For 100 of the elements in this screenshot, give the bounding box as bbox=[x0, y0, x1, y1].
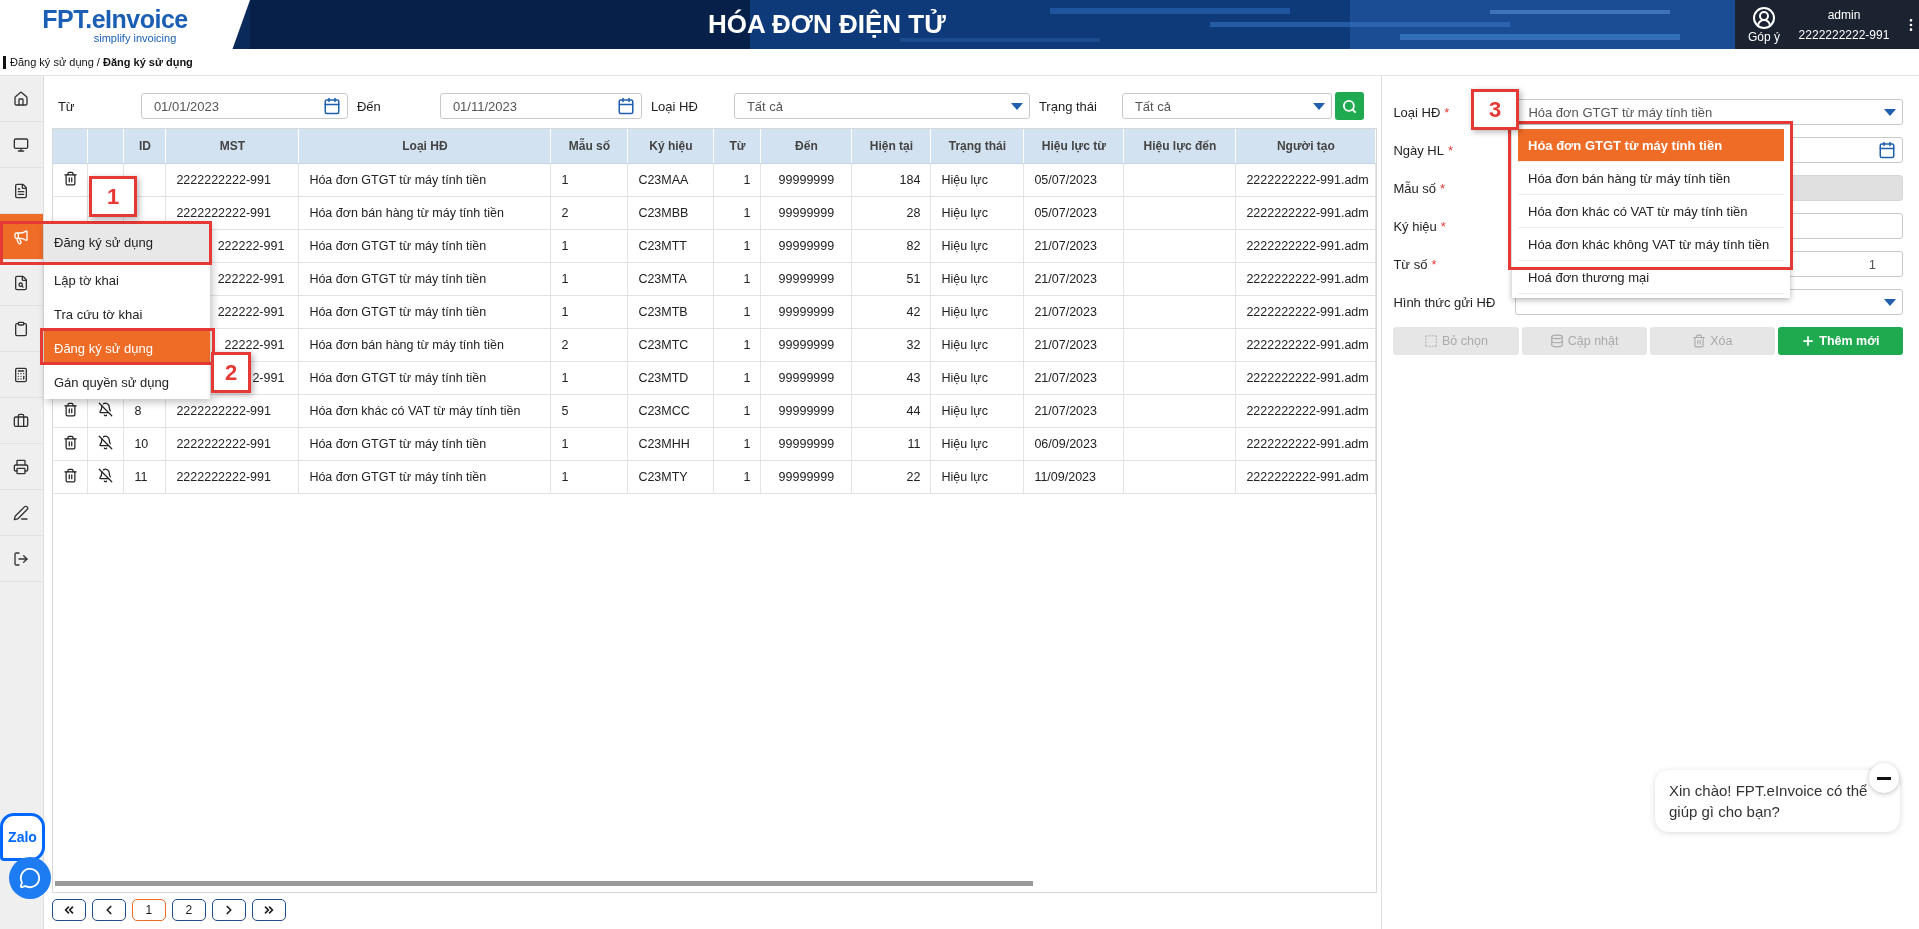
table-cell: 06/09/2023 bbox=[1023, 427, 1124, 460]
calendar-icon[interactable] bbox=[322, 97, 341, 115]
caret-icon bbox=[1010, 102, 1023, 110]
table-cell: C23MAA bbox=[627, 163, 714, 196]
table-cell: Hóa đơn GTGT từ máy tính tiền bbox=[298, 427, 551, 460]
table-cell: 2222222222-991.adm bbox=[1235, 229, 1376, 262]
date-field[interactable]: 01/01/2023 bbox=[140, 93, 348, 119]
next-page-button[interactable] bbox=[211, 899, 246, 921]
account-id: 2222222222-991 bbox=[1798, 27, 1890, 42]
scrollbar[interactable] bbox=[54, 881, 1033, 886]
table-cell: 32 bbox=[851, 328, 931, 361]
table-cell: 2222222222-991.adm bbox=[1235, 262, 1376, 295]
table-cell: 2 bbox=[550, 196, 628, 229]
table-cell: 1 bbox=[713, 229, 761, 262]
table-cell: 1 bbox=[550, 163, 628, 196]
search-icon bbox=[1341, 98, 1357, 114]
plus-icon bbox=[1801, 334, 1816, 348]
required-mark: * bbox=[1431, 256, 1437, 272]
table-cell: 2222222222-991.adm bbox=[1235, 328, 1376, 361]
table-cell: 2222222222-991.adm bbox=[1235, 361, 1376, 394]
submenu-title[interactable]: Đăng ký sử dụng bbox=[44, 221, 210, 263]
field-label: Loại HĐ bbox=[1393, 104, 1441, 120]
zalo-button[interactable]: Zalo bbox=[0, 813, 45, 861]
home-icon bbox=[13, 90, 30, 107]
table-cell: 2 bbox=[550, 328, 628, 361]
table-cell: Hóa đơn GTGT từ máy tính tiền bbox=[298, 361, 551, 394]
table-cell: 1 bbox=[713, 460, 761, 493]
trash-icon[interactable] bbox=[62, 467, 78, 483]
column-header: Loại HĐ bbox=[298, 129, 551, 163]
trash-icon[interactable] bbox=[62, 434, 78, 450]
field-label: Từ số bbox=[1393, 256, 1428, 272]
caret-icon bbox=[1884, 298, 1896, 306]
table-cell: 99999999 bbox=[760, 328, 852, 361]
table-cell: 05/07/2023 bbox=[1023, 163, 1124, 196]
table-cell: Hóa đơn GTGT từ máy tính tiền bbox=[298, 295, 551, 328]
callout-number: 1 bbox=[89, 176, 137, 217]
column-header: Từ bbox=[713, 129, 761, 163]
chat-icon bbox=[19, 867, 41, 889]
table-cell: 43 bbox=[851, 361, 931, 394]
column-header: Đến bbox=[760, 129, 852, 163]
table-cell: 1 bbox=[550, 361, 628, 394]
field-label: Mẫu số bbox=[1393, 180, 1437, 196]
document-search-icon bbox=[13, 274, 30, 291]
page-button[interactable]: 1 bbox=[131, 899, 166, 921]
table-cell: 99999999 bbox=[760, 163, 852, 196]
search-button[interactable] bbox=[1334, 92, 1364, 120]
submenu-item[interactable]: Lập tờ khai bbox=[44, 263, 210, 297]
table-cell: Hóa đơn GTGT từ máy tính tiền bbox=[298, 163, 551, 196]
table-cell: Hiệu lực bbox=[930, 163, 1024, 196]
minimize-button[interactable] bbox=[1869, 763, 1899, 793]
username: admin bbox=[1827, 7, 1861, 22]
table-cell: 99999999 bbox=[760, 262, 852, 295]
table-cell: 1 bbox=[713, 427, 761, 460]
bell-off-icon[interactable] bbox=[98, 401, 114, 417]
bell-off-icon[interactable] bbox=[98, 467, 114, 483]
page-title: HÓA ĐƠN ĐIỆN TỬ bbox=[708, 9, 946, 40]
table-cell: Hiệu lực bbox=[930, 295, 1024, 328]
column-header: Trạng thái bbox=[930, 129, 1024, 163]
filter-label: Đến bbox=[355, 98, 382, 114]
monitor-icon bbox=[13, 136, 30, 153]
table-cell: 42 bbox=[851, 295, 931, 328]
table-cell: 1 bbox=[713, 361, 761, 394]
table-cell: 99999999 bbox=[760, 460, 852, 493]
submenu-item[interactable]: Gán quyền sử dụng bbox=[44, 365, 210, 399]
required-mark: * bbox=[1444, 104, 1450, 120]
select-field[interactable]: Tất cả bbox=[733, 93, 1030, 119]
table-cell: 99999999 bbox=[760, 394, 852, 427]
date-field[interactable]: 01/11/2023 bbox=[439, 93, 642, 119]
filter-label: Trạng thái bbox=[1037, 98, 1098, 114]
filter-label: Loại HĐ bbox=[649, 98, 699, 114]
table-cell: 1 bbox=[550, 262, 628, 295]
table-cell: 99999999 bbox=[760, 427, 852, 460]
bell-off-icon[interactable] bbox=[98, 434, 114, 450]
trash-icon[interactable] bbox=[62, 170, 78, 186]
feedback-link[interactable]: Góp ý bbox=[1748, 29, 1780, 44]
table-cell: 22 bbox=[851, 460, 931, 493]
column-header: Mẫu số bbox=[550, 129, 628, 163]
table-cell: Hiệu lực bbox=[930, 460, 1024, 493]
table-cell: C23MCC bbox=[627, 394, 714, 427]
calendar-icon[interactable] bbox=[1878, 141, 1896, 159]
logo: FPT.eInvoice bbox=[42, 5, 188, 32]
required-mark: * bbox=[1447, 142, 1454, 158]
first-page-button[interactable] bbox=[51, 899, 86, 921]
table-cell: 2222222222-991 bbox=[165, 427, 299, 460]
calendar-icon[interactable] bbox=[616, 97, 635, 115]
user-icon[interactable] bbox=[1752, 5, 1776, 30]
table-cell: 1 bbox=[713, 328, 761, 361]
table-cell: 51 bbox=[851, 262, 931, 295]
briefcase-icon bbox=[13, 412, 30, 429]
select-field[interactable]: Tất cả bbox=[1121, 93, 1332, 119]
caret-icon bbox=[1884, 108, 1896, 116]
page-button[interactable]: 2 bbox=[171, 899, 206, 921]
last-page-button[interactable] bbox=[251, 899, 286, 921]
trash-icon[interactable] bbox=[62, 401, 78, 417]
submenu-item[interactable]: Tra cứu tờ khai bbox=[44, 297, 210, 331]
dashed-square-icon bbox=[1424, 334, 1438, 348]
megaphone-icon bbox=[13, 228, 30, 245]
table-cell: C23MBB bbox=[627, 196, 714, 229]
previous-page-button[interactable] bbox=[91, 899, 126, 921]
column-header: Hiệu lực từ bbox=[1023, 129, 1124, 163]
